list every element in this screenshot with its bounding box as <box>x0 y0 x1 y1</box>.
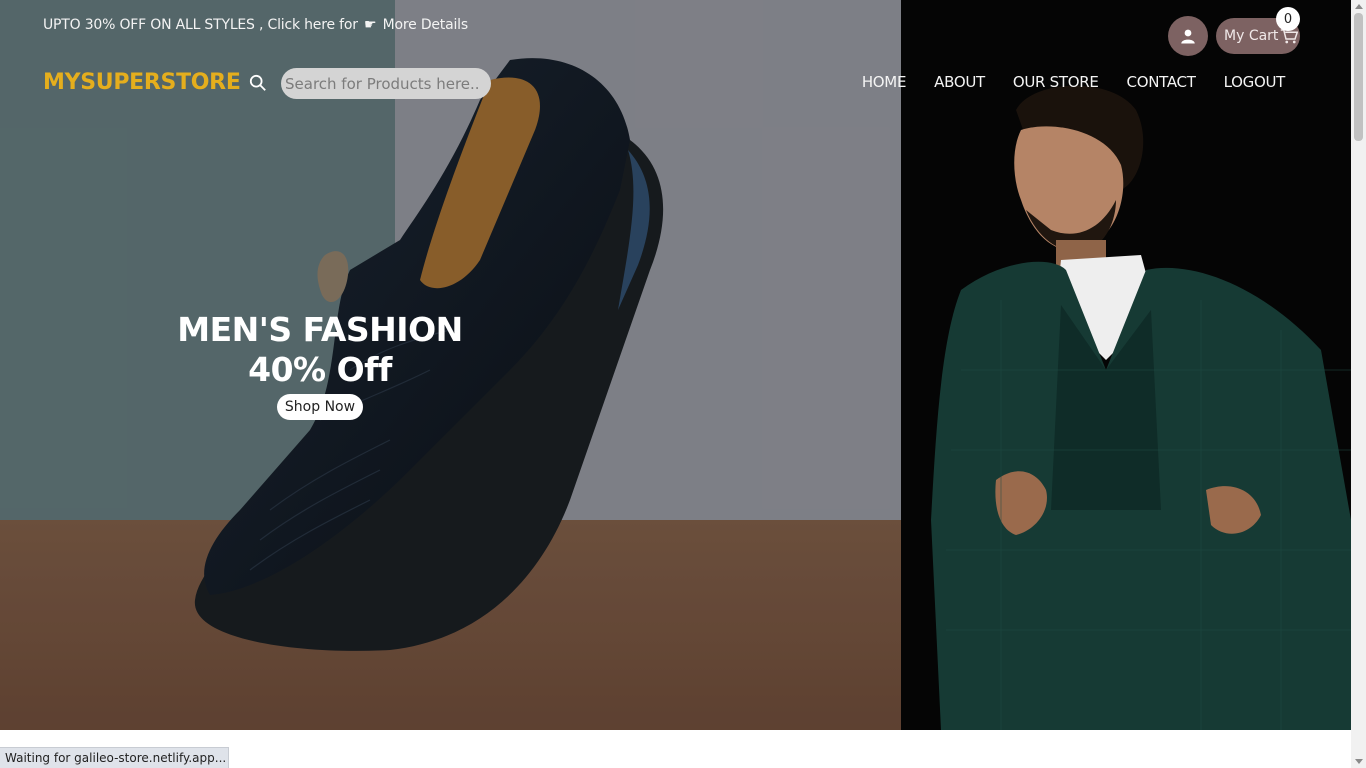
hero-title: MEN'S FASHION <box>177 310 463 349</box>
hero-text-block: MEN'S FASHION 40% Off Shop Now <box>130 310 510 420</box>
search-input[interactable] <box>281 68 491 99</box>
nav-home[interactable]: HOME <box>862 73 907 91</box>
scroll-up-arrow-icon[interactable] <box>1355 4 1363 9</box>
cart-label: My Cart <box>1224 28 1279 44</box>
nav-our-store[interactable]: OUR STORE <box>1013 73 1099 91</box>
page-scrollbar[interactable] <box>1351 0 1366 768</box>
page: UPTO 30% OFF ON ALL STYLES , Click here … <box>0 0 1366 768</box>
browser-status-bar: Waiting for galileo-store.netlify.app... <box>0 747 229 768</box>
user-icon <box>1181 29 1195 44</box>
search-icon[interactable] <box>249 74 267 92</box>
hero-discount: 40% Off <box>248 350 392 389</box>
main-nav: HOME ABOUT OUR STORE CONTACT LOGOUT <box>862 73 1285 91</box>
user-account-button[interactable] <box>1168 16 1208 56</box>
more-details-link[interactable]: More Details <box>383 17 468 33</box>
promo-text: UPTO 30% OFF ON ALL STYLES , Click here … <box>43 17 358 33</box>
nav-contact[interactable]: CONTACT <box>1127 73 1196 91</box>
scroll-thumb[interactable] <box>1354 13 1363 141</box>
cart-count-badge: 0 <box>1276 7 1300 31</box>
nav-about[interactable]: ABOUT <box>934 73 985 91</box>
hero-banner: UPTO 30% OFF ON ALL STYLES , Click here … <box>0 0 1351 730</box>
shop-now-button[interactable]: Shop Now <box>276 394 364 420</box>
scroll-down-arrow-icon[interactable] <box>1355 759 1363 764</box>
nav-logout[interactable]: LOGOUT <box>1224 73 1286 91</box>
hero-image-model <box>901 0 1351 730</box>
brand-logo[interactable]: MYSUPERSTORE <box>43 70 241 95</box>
model-illustration <box>931 85 1351 730</box>
pointing-hand-icon: ☛ <box>364 17 377 33</box>
promo-announcement[interactable]: UPTO 30% OFF ON ALL STYLES , Click here … <box>43 17 468 33</box>
